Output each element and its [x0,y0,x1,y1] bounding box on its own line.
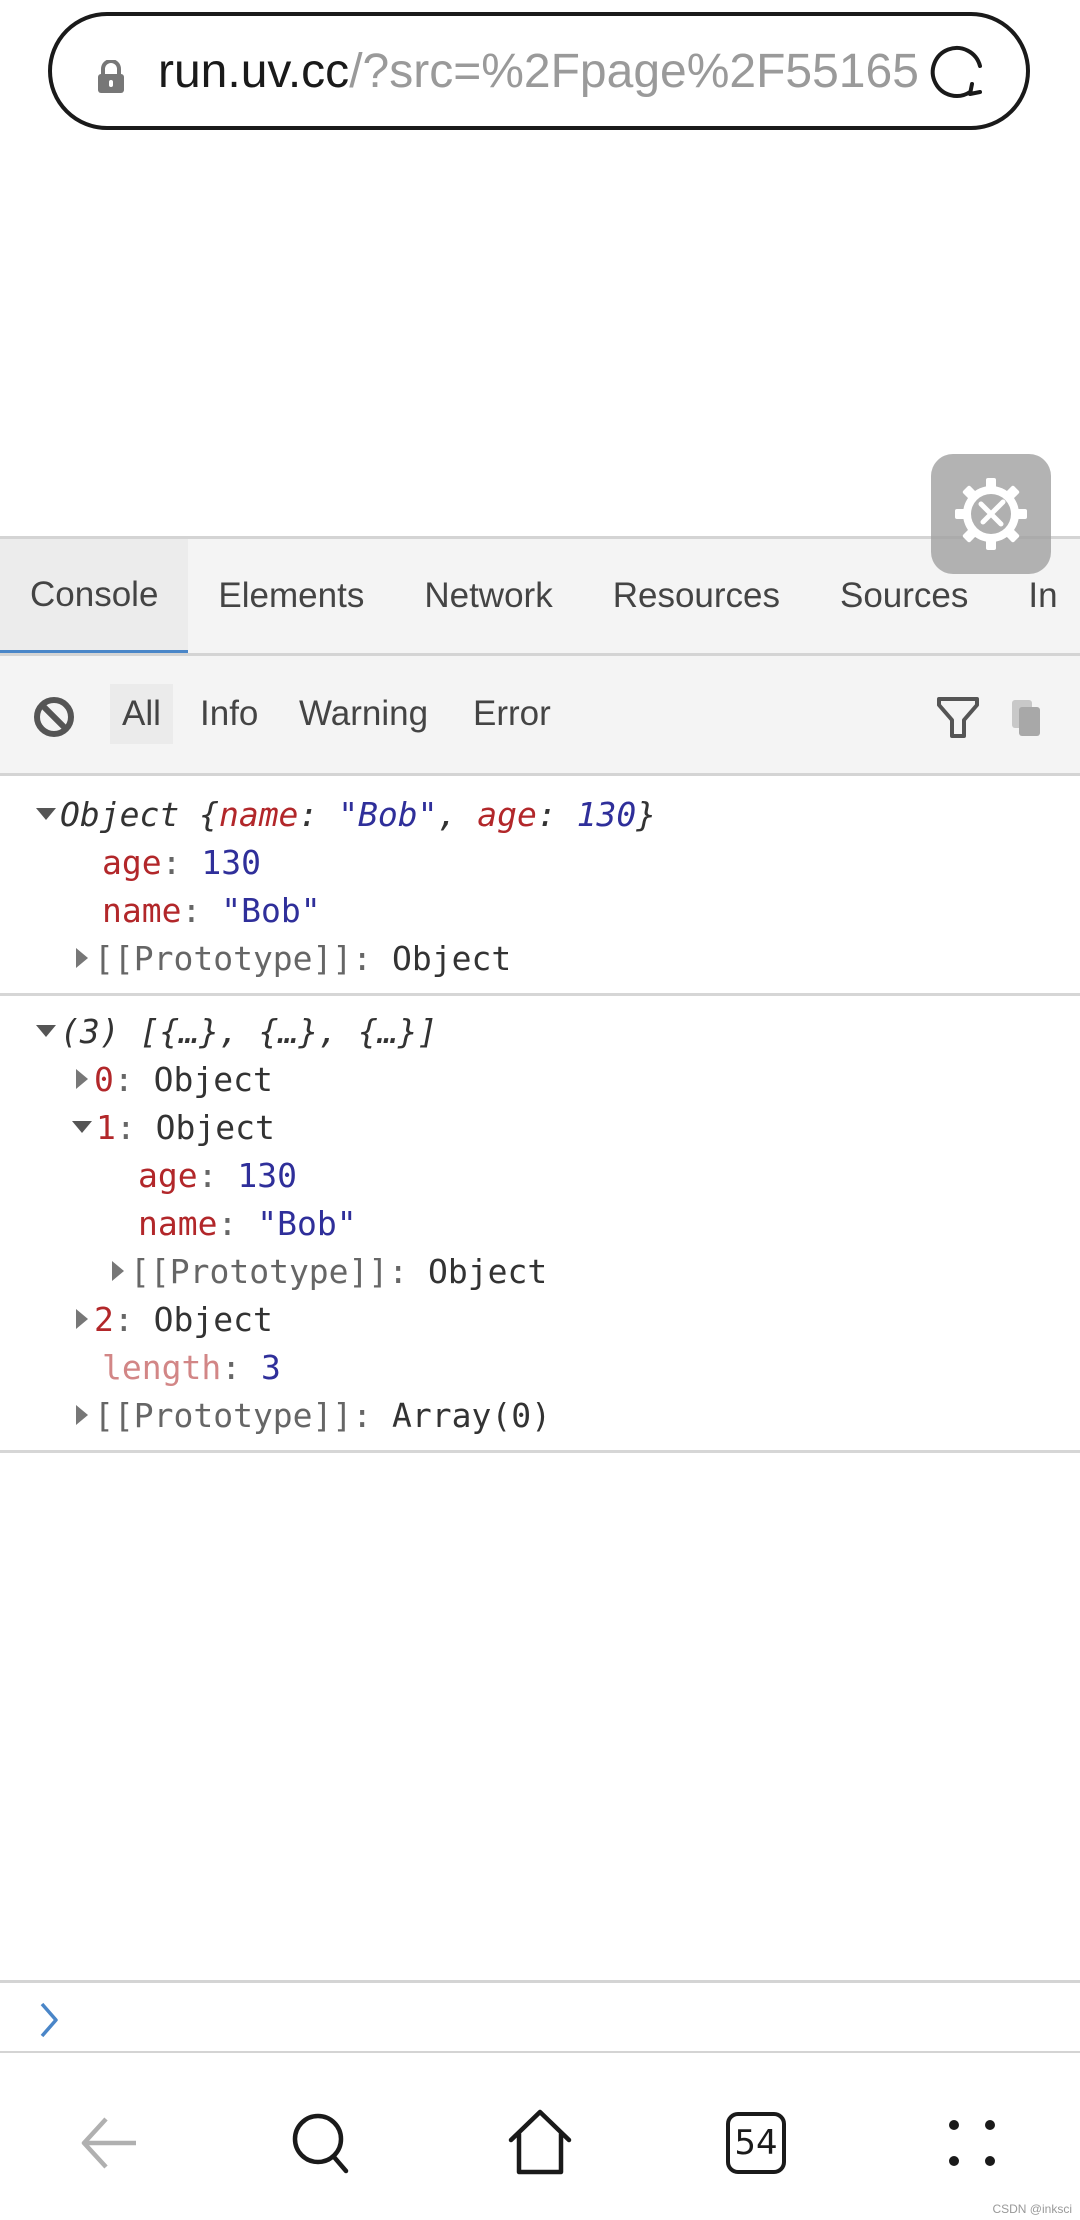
prototype-row[interactable]: [[Prototype]]: Object [0,1248,1080,1296]
watermark: CSDN @inksci [992,2202,1072,2216]
property-value: Array(0) [392,1396,551,1435]
summary-prefix: Object { [60,795,219,834]
url-path: /?src=%2Fpage%2F55165 [349,45,919,98]
array-item-row[interactable]: 1: Object [0,1104,1080,1152]
collapsed-triangle-icon[interactable] [76,1404,88,1425]
property-key: [[Prototype]] [94,1396,353,1435]
search-icon [292,2113,349,2174]
reload-icon[interactable] [926,40,990,104]
property-key: 2 [94,1300,114,1339]
property-key: length [102,1348,222,1387]
collapsed-triangle-icon[interactable] [76,947,88,968]
tab-console[interactable]: Console [0,539,189,653]
expanded-triangle-icon[interactable] [72,1120,92,1133]
url-text[interactable]: run.uv.cc/?src=%2Fpage%2F55165 [158,44,938,100]
expanded-triangle-icon[interactable] [36,807,56,820]
property-key: [[Prototype]] [130,1252,389,1291]
property-value: Object [428,1252,548,1291]
log-entry: (3) [{…}, {…}, {…}] 0: Object 1: Object … [0,996,1080,1453]
summary-comma: , [437,795,478,834]
tabs-count-badge: 54 [726,2112,786,2174]
property-value: "Bob" [221,891,321,930]
summary-sep: : [536,795,577,834]
summary-key: name [218,795,299,834]
filter-warning-button[interactable]: Warning [287,684,440,744]
filter-icon[interactable] [936,696,980,740]
property-row: name: "Bob" [138,1204,357,1243]
chevron-right-icon [40,2002,58,2038]
collapsed-triangle-icon[interactable] [76,1308,88,1329]
collapsed-triangle-icon[interactable] [76,1068,88,1089]
menu-dots-icon [949,2120,995,2166]
console-input[interactable] [0,1980,1080,2053]
prototype-row[interactable]: [[Prototype]]: Object [0,935,1080,983]
log-summary-row[interactable]: (3) [{…}, {…}, {…}] [0,1008,1080,1056]
property-value: Object [155,1108,275,1147]
property-value: Object [153,1060,273,1099]
tab-network[interactable]: Network [394,539,582,653]
array-item-row[interactable]: 2: Object [0,1296,1080,1344]
home-icon [508,2109,572,2175]
prototype-row[interactable]: [[Prototype]]: Array(0) [0,1392,1080,1440]
property-row: name: "Bob" [102,891,321,930]
home-button[interactable] [500,2103,580,2183]
property-key: name [102,891,182,930]
filter-info-button[interactable]: Info [188,684,270,744]
property-key: [[Prototype]] [94,939,353,978]
property-value: 130 [237,1156,297,1195]
browser-bottom-nav: 54 CSDN @inksci [0,2053,1080,2220]
summary-value: 130 [576,795,637,834]
filter-error-button[interactable]: Error [461,684,563,744]
array-item-row[interactable]: 0: Object [0,1056,1080,1104]
tab-resources[interactable]: Resources [583,539,810,653]
collapsed-triangle-icon[interactable] [112,1260,124,1281]
summary-key: age [477,795,537,834]
property-key: 0 [94,1060,114,1099]
property-key: name [138,1204,218,1243]
property-row: age: 130 [138,1156,297,1195]
array-summary: (3) [{…}, {…}, {…}] [60,1012,438,1051]
copy-icon[interactable] [1010,698,1042,738]
property-key: 1 [96,1108,116,1147]
address-bar[interactable]: run.uv.cc/?src=%2Fpage%2F55165 [48,12,1030,130]
summary-suffix: } [636,795,657,834]
back-arrow-icon [81,2117,136,2169]
log-summary-row[interactable]: Object {name: "Bob", age: 130} [0,791,1080,839]
clear-console-icon[interactable] [33,696,75,738]
summary-value: "Bob" [338,795,438,834]
tab-elements[interactable]: Elements [188,539,394,653]
property-row: age: 130 [102,843,261,882]
tabs-button[interactable]: 54 [716,2103,796,2183]
console-log-list: Object {name: "Bob", age: 130} age: 130 … [0,779,1080,1453]
property-key: age [138,1156,198,1195]
summary-sep: : [298,795,339,834]
console-toolbar: All Info Warning Error [0,656,1080,776]
back-button[interactable] [68,2103,148,2183]
property-value: 130 [201,843,261,882]
property-value: Object [153,1300,273,1339]
property-key: age [102,843,162,882]
devtools-tab-bar: Console Elements Network Resources Sourc… [0,536,1080,656]
lock-icon [98,60,124,93]
log-entry: Object {name: "Bob", age: 130} age: 130 … [0,779,1080,996]
devtools-toggle-button[interactable] [931,454,1051,574]
url-host: run.uv.cc [158,45,350,98]
property-value: 3 [260,1348,281,1387]
property-value: Object [392,939,512,978]
property-value: "Bob" [257,1204,357,1243]
gear-wrench-icon [955,478,1027,550]
expanded-triangle-icon[interactable] [36,1024,56,1037]
length-row: length: 3 [102,1348,281,1387]
search-button[interactable] [282,2103,362,2183]
filter-all-button[interactable]: All [110,684,173,744]
menu-button[interactable] [932,2103,1012,2183]
